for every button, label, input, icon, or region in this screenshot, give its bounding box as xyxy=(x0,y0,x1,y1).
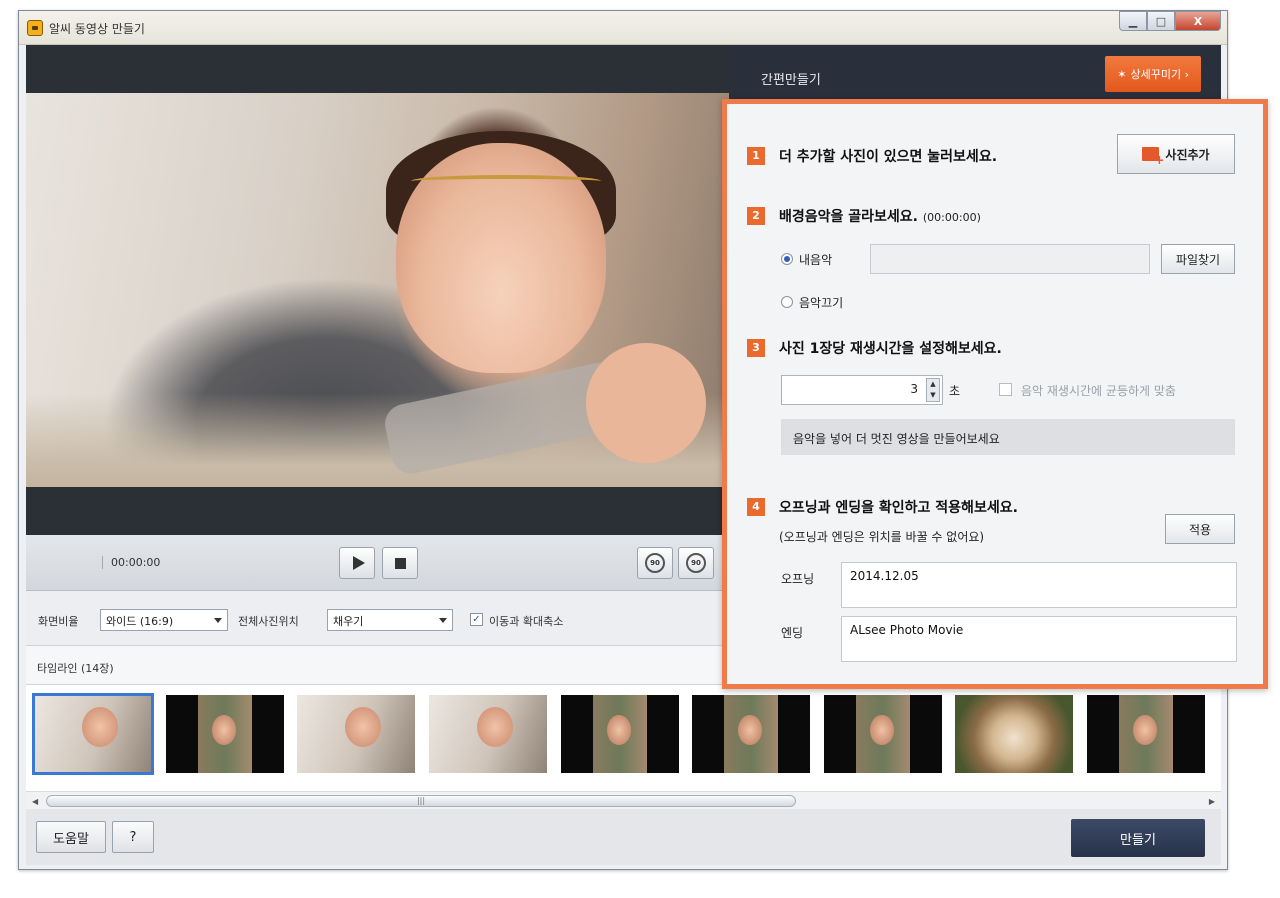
music-path-field[interactable] xyxy=(870,244,1150,274)
close-button[interactable]: X xyxy=(1175,11,1221,31)
scroll-thumb[interactable]: ||| xyxy=(46,795,796,807)
timeline-thumbnail[interactable] xyxy=(692,695,810,773)
my-music-label: 내음악 xyxy=(799,253,833,267)
window-title: 알씨 동영상 만들기 xyxy=(49,22,145,36)
question-button[interactable]: ? xyxy=(112,821,154,853)
motion-label: 이동과 확대축소 xyxy=(489,615,564,628)
sync-music-checkbox[interactable] xyxy=(999,383,1012,396)
opening-field[interactable]: 2014.12.05 xyxy=(841,562,1237,608)
motion-checkbox[interactable]: ✓ xyxy=(470,613,483,626)
playback-controls: 00:00:00 90 90 xyxy=(26,535,729,591)
play-button[interactable] xyxy=(339,547,375,579)
duration-value: 3 xyxy=(910,382,918,396)
app-logo-icon xyxy=(27,20,43,36)
my-music-radio[interactable] xyxy=(781,253,793,265)
detail-decorate-button[interactable]: ✶ 상세꾸미기 › xyxy=(1105,56,1201,92)
rotate-right-button[interactable]: 90 xyxy=(678,547,714,579)
options-bar: 화면비율 와이드 (16:9) 전체사진위치 채우기 ✓ 이동과 확대축소 xyxy=(26,591,729,645)
title-bar: 알씨 동영상 만들기 ▁ □ X xyxy=(19,11,1227,45)
maximize-button[interactable]: □ xyxy=(1147,11,1175,31)
easy-make-panel: 1 더 추가할 사진이 있으면 눌러보세요. 사진추가 2 배경음악을 골라보세… xyxy=(722,99,1268,689)
step-3-title: 사진 1장당 재생시간을 설정해보세요. xyxy=(779,341,1002,357)
step-1-title: 더 추가할 사진이 있으면 눌러보세요. xyxy=(779,149,998,165)
scroll-left-icon[interactable]: ◀ xyxy=(32,797,38,806)
magic-wand-icon: ✶ xyxy=(1117,67,1127,81)
make-button[interactable]: 만들기 xyxy=(1071,819,1205,857)
timeline-thumbnail[interactable] xyxy=(297,695,415,773)
timeline-thumbnail[interactable] xyxy=(166,695,284,773)
step-2-title: 배경음악을 골라보세요. (00:00:00) xyxy=(779,206,981,226)
position-select[interactable]: 채우기 xyxy=(327,609,453,631)
photo-arm xyxy=(586,343,706,463)
timeline-thumbnail[interactable] xyxy=(429,695,547,773)
chevron-down-icon xyxy=(439,618,447,623)
timeline-thumbnail[interactable] xyxy=(32,693,154,775)
step-4-subtitle: (오프닝과 엔딩은 위치를 바꿀 수 없어요) xyxy=(779,530,985,544)
rotate-left-button[interactable]: 90 xyxy=(637,547,673,579)
timeline-title: 타임라인 (14장) xyxy=(37,662,114,675)
rotate-right-icon: 90 xyxy=(686,553,706,573)
find-file-button[interactable]: 파일찾기 xyxy=(1161,244,1235,274)
sync-music-label: 음악 재생시간에 균등하게 맞춤 xyxy=(1021,384,1176,398)
timecode: 00:00:00 xyxy=(102,556,160,569)
window-controls: ▁ □ X xyxy=(1119,11,1221,33)
stop-icon xyxy=(394,557,406,569)
stepper-arrows-icon[interactable]: ▲ ▼ xyxy=(926,378,940,402)
step-2-number: 2 xyxy=(747,207,765,225)
opening-label: 오프닝 xyxy=(781,572,815,586)
detail-decorate-label: 상세꾸미기 › xyxy=(1130,68,1190,81)
timeline-thumbnail[interactable] xyxy=(955,695,1073,773)
help-button[interactable]: 도움말 xyxy=(36,821,106,853)
music-duration: (00:00:00) xyxy=(922,211,981,224)
music-tip-banner: 음악을 넣어 더 멋진 영상을 만들어보세요 xyxy=(781,419,1235,455)
minimize-button[interactable]: ▁ xyxy=(1119,11,1147,31)
mode-header: 간편만들기 ✶ 상세꾸미기 › xyxy=(729,45,1221,107)
timeline-strip xyxy=(26,685,1221,791)
step-4-number: 4 xyxy=(747,498,765,516)
position-label: 전체사진위치 xyxy=(238,615,299,628)
step-1-number: 1 xyxy=(747,147,765,165)
ending-label: 엔딩 xyxy=(781,626,804,640)
timeline-thumbnail[interactable] xyxy=(1087,695,1205,773)
photo-headband xyxy=(411,175,601,187)
stop-button[interactable] xyxy=(382,547,418,579)
timeline-thumbnail[interactable] xyxy=(561,695,679,773)
add-photo-icon xyxy=(1142,147,1164,167)
ratio-label: 화면비율 xyxy=(38,615,79,628)
play-icon xyxy=(352,556,365,570)
footer-bar: 도움말 ? 만들기 xyxy=(26,809,1221,865)
add-photo-label: 사진추가 xyxy=(1165,147,1210,162)
add-photo-button[interactable]: 사진추가 xyxy=(1117,134,1235,174)
rotate-left-icon: 90 xyxy=(645,553,665,573)
seconds-unit: 초 xyxy=(949,384,961,398)
music-off-radio[interactable] xyxy=(781,296,793,308)
position-select-value: 채우기 xyxy=(333,615,364,628)
ratio-select[interactable]: 와이드 (16:9) xyxy=(100,609,228,631)
timeline-scrollbar[interactable]: ◀ ||| ▶ xyxy=(26,791,1221,809)
chevron-down-icon xyxy=(214,618,222,623)
duration-stepper[interactable]: 3 ▲ ▼ xyxy=(781,375,943,405)
step-2-title-text: 배경음악을 골라보세요. xyxy=(779,209,918,225)
ratio-select-value: 와이드 (16:9) xyxy=(106,615,174,628)
step-4-title: 오프닝과 엔딩을 확인하고 적용해보세요. xyxy=(779,500,1018,516)
step-3-number: 3 xyxy=(747,339,765,357)
mode-title: 간편만들기 xyxy=(761,73,821,88)
preview-photo xyxy=(26,93,729,487)
video-preview[interactable] xyxy=(26,45,729,535)
timeline-thumbnail[interactable] xyxy=(824,695,942,773)
scroll-right-icon[interactable]: ▶ xyxy=(1209,797,1215,806)
music-off-label: 음악끄기 xyxy=(799,296,844,310)
ending-field[interactable]: ALsee Photo Movie xyxy=(841,616,1237,662)
apply-button[interactable]: 적용 xyxy=(1165,514,1235,544)
